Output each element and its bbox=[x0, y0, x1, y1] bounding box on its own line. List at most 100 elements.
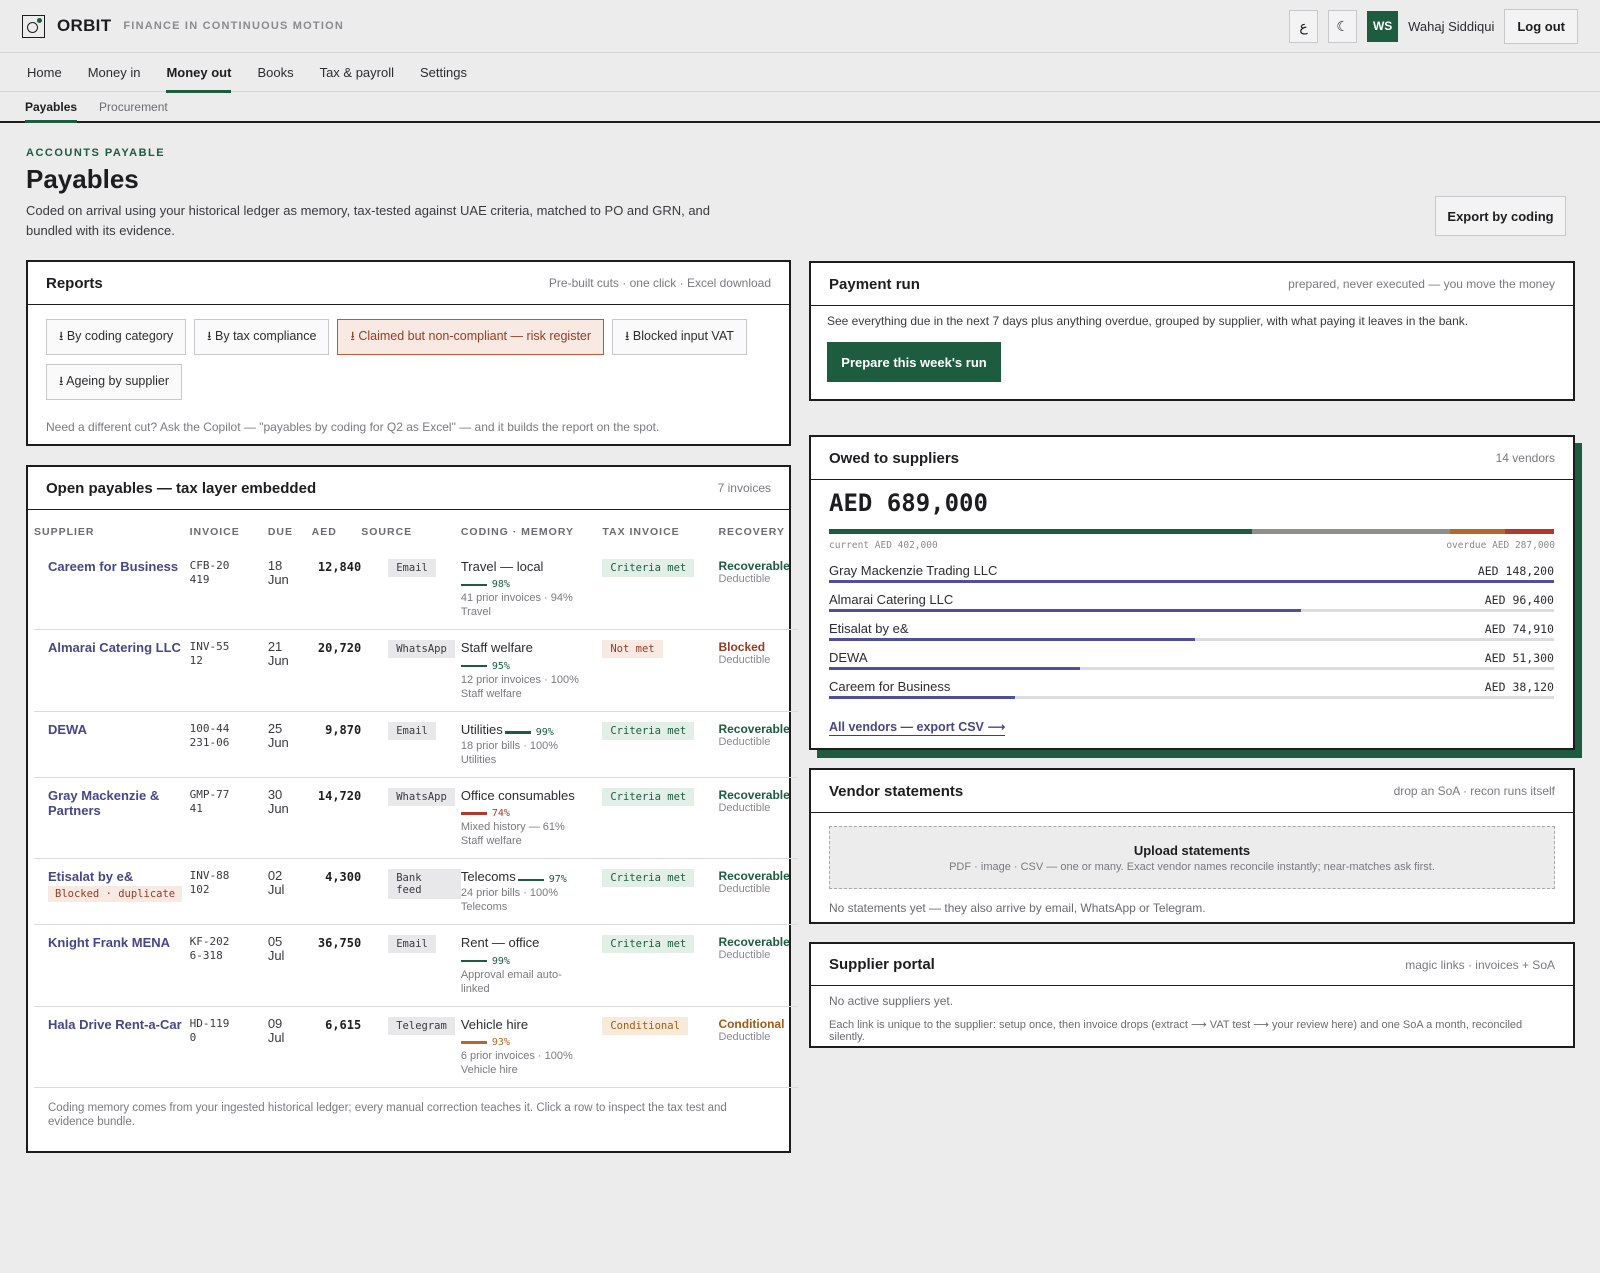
nav-home[interactable]: Home bbox=[27, 54, 62, 92]
invoice-number: HD-1190 bbox=[189, 1016, 230, 1044]
table-row[interactable]: Careem for Business CFB-20419 18 Jun 12,840 E… bbox=[34, 549, 798, 631]
owed-title: Owed to suppliers bbox=[829, 449, 960, 467]
statements-meta: drop an SoA · recon runs itself bbox=[1393, 784, 1555, 798]
vendor-row[interactable]: Careem for Business AED 38,120 bbox=[829, 679, 1554, 699]
sub-nav: Payables Procurement bbox=[0, 92, 1600, 123]
portal-status: No active suppliers yet. bbox=[829, 994, 954, 1008]
vendor-bar-fill bbox=[829, 609, 1301, 612]
logout-button[interactable]: Log out bbox=[1504, 8, 1578, 44]
theme-toggle-moon-icon[interactable]: ☾ bbox=[1328, 9, 1358, 43]
confidence-bar bbox=[460, 583, 487, 586]
recovery-sub: Deductible bbox=[718, 949, 771, 962]
ageing-segment-0 bbox=[829, 529, 1252, 534]
coding-memory: 18 prior bills · 100% Utilities bbox=[460, 739, 559, 766]
vendor-amount: AED 51,300 bbox=[1484, 651, 1554, 665]
payment-run-title: Payment run bbox=[829, 275, 920, 293]
owed-to-suppliers-card: Owed to suppliers 14 vendors AED 689,000… bbox=[809, 435, 1575, 750]
ageing-segment-2 bbox=[1449, 529, 1505, 534]
vendor-bar-track bbox=[829, 609, 1554, 612]
vendor-row[interactable]: Etisalat by e& AED 74,910 bbox=[829, 621, 1554, 641]
coding-category: Utilities bbox=[460, 721, 503, 737]
vendor-row[interactable]: Almarai Catering LLC AED 96,400 bbox=[829, 592, 1554, 612]
vendor-name: Careem for Business bbox=[829, 679, 951, 694]
prepare-run-button[interactable]: Prepare this week's run bbox=[827, 342, 1001, 382]
vendor-row[interactable]: DEWA AED 51,300 bbox=[829, 650, 1554, 670]
nav-settings[interactable]: Settings bbox=[420, 54, 467, 92]
table-row[interactable]: Gray Mackenzie & Partners GMP-7741 30 Jun 14… bbox=[34, 777, 798, 860]
nav-books[interactable]: Books bbox=[257, 54, 293, 92]
ageing-stacked-bar bbox=[829, 529, 1554, 534]
user-avatar[interactable]: WS bbox=[1367, 10, 1399, 42]
coding-category: Rent — office bbox=[460, 935, 540, 951]
supplier-link[interactable]: DEWA bbox=[48, 722, 190, 737]
confidence-bar bbox=[460, 812, 487, 815]
open-payables-card: Open payables — tax layer embedded 7 inv… bbox=[26, 465, 798, 1153]
amount: 20,720 bbox=[317, 641, 362, 656]
tax-status-badge: Not met bbox=[602, 640, 663, 659]
report-blocked-vat-button[interactable]: ⭳ Blocked input VAT bbox=[612, 319, 747, 355]
vendor-bar-fill bbox=[829, 580, 1554, 583]
vendor-amount: AED 38,120 bbox=[1484, 680, 1554, 694]
report-ageing-button[interactable]: ⭳ Ageing by supplier bbox=[46, 364, 183, 400]
current-amount-label: current AED 402,000 bbox=[829, 540, 938, 551]
export-by-coding-button[interactable]: Export by coding bbox=[1435, 196, 1566, 236]
report-risk-register-button[interactable]: ⭳ Claimed but non-compliant — risk regis… bbox=[337, 319, 605, 355]
nav-money-in[interactable]: Money in bbox=[88, 54, 141, 92]
coding-category: Vehicle hire bbox=[460, 1016, 529, 1032]
payment-run-meta: prepared, never executed — you move the … bbox=[1288, 277, 1555, 291]
supplier-link[interactable]: Knight Frank MENA bbox=[48, 935, 190, 950]
upload-title: Upload statements bbox=[1133, 843, 1251, 858]
vendor-name: Almarai Catering LLC bbox=[829, 592, 954, 607]
owed-meta: 14 vendors bbox=[1495, 451, 1555, 465]
nav-money-out[interactable]: Money out bbox=[166, 54, 232, 93]
upload-statements-dropzone[interactable]: Upload statements PDF · image · CSV — on… bbox=[829, 826, 1555, 889]
supplier-link[interactable]: Almarai Catering LLC bbox=[48, 640, 190, 655]
invoice-number: INV-88102 bbox=[189, 869, 230, 896]
due-month: Jul bbox=[267, 882, 285, 897]
recovery-status: Recoverable bbox=[718, 869, 790, 883]
vendor-bar-track bbox=[829, 638, 1554, 641]
table-row[interactable]: Almarai Catering LLC INV-5512 21 Jun 20,720 W… bbox=[34, 629, 798, 712]
coding-category: Office consumables bbox=[460, 787, 575, 803]
vendor-name: DEWA bbox=[829, 650, 868, 665]
orbit-logo-icon bbox=[22, 14, 45, 38]
due-day: 02 bbox=[267, 868, 283, 883]
vendor-row[interactable]: Gray Mackenzie Trading LLC AED 148,200 bbox=[829, 563, 1554, 583]
confidence-indicator: 99% bbox=[460, 956, 510, 967]
supplier-link[interactable]: Hala Drive Rent-a-Car bbox=[48, 1017, 190, 1032]
table-row[interactable]: Hala Drive Rent-a-Car HD-1190 09 Jul 6,615 Te… bbox=[34, 1006, 798, 1088]
recovery-status: Conditional bbox=[718, 1016, 785, 1031]
vendor-bar-fill bbox=[829, 696, 1016, 699]
tab-payables[interactable]: Payables bbox=[25, 92, 78, 123]
tab-procurement[interactable]: Procurement bbox=[99, 92, 168, 121]
all-vendors-export-link[interactable]: All vendors — export CSV ⟶ bbox=[829, 719, 1006, 736]
confidence-bar bbox=[460, 959, 487, 963]
confidence-value: 74% bbox=[491, 808, 510, 819]
vendor-bar-fill bbox=[829, 667, 1080, 670]
vendor-name: Gray Mackenzie Trading LLC bbox=[829, 563, 998, 578]
confidence-bar bbox=[504, 731, 531, 734]
due-month: Jun bbox=[267, 572, 289, 587]
supplier-link[interactable]: Gray Mackenzie & Partners bbox=[48, 788, 190, 818]
report-by-tax-compliance-button[interactable]: ⭳ By tax compliance bbox=[194, 319, 330, 355]
invoice-number: CFB-20419 bbox=[189, 559, 230, 586]
due-day: 18 bbox=[267, 558, 283, 573]
duplicate-badge: Blocked · duplicate bbox=[48, 886, 183, 902]
table-row[interactable]: Knight Frank MENA KF-2026-318 05 Jul 36,750 E… bbox=[34, 924, 798, 1007]
supplier-link[interactable]: Careem for Business bbox=[48, 559, 190, 574]
language-toggle-button[interactable]: ع bbox=[1289, 9, 1319, 43]
tax-status-badge: Criteria met bbox=[602, 787, 695, 806]
supplier-link[interactable]: Etisalat by e& bbox=[48, 869, 190, 884]
recovery-sub: Deductible bbox=[718, 1030, 771, 1043]
nav-tax-payroll[interactable]: Tax & payroll bbox=[320, 54, 394, 92]
confidence-indicator: 98% bbox=[460, 579, 510, 590]
portal-meta: magic links · invoices + SoA bbox=[1405, 957, 1555, 972]
reports-card: Reports Pre-built cuts · one click · Exc… bbox=[26, 260, 791, 446]
table-row[interactable]: Etisalat by e& Blocked · duplicate INV-881… bbox=[34, 858, 798, 926]
payables-meta: 7 invoices bbox=[717, 481, 771, 495]
report-by-coding-button[interactable]: ⭳ By coding category bbox=[46, 319, 187, 355]
main-nav: Home Money in Money out Books Tax & payr… bbox=[0, 54, 1600, 93]
table-row[interactable]: DEWA 100-44231-06 25 Jun 9,870 Email Utilities… bbox=[34, 711, 798, 778]
amount: 6,615 bbox=[325, 1017, 362, 1032]
coding-memory: Mixed history — 61% Staff welfare bbox=[460, 821, 565, 847]
